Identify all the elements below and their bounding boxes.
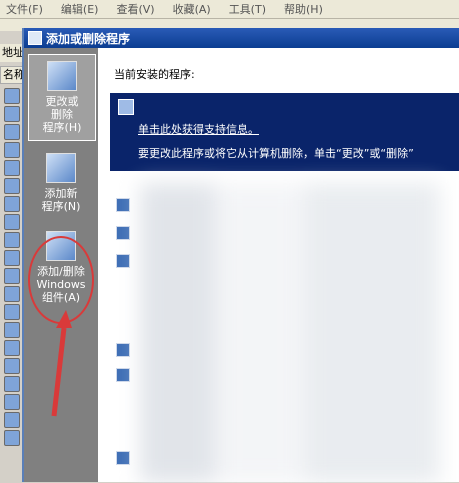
program-list-area: 当前安装的程序: 单击此处获得支持信息。 要更改此程序或将它从计算机删除，单击“… <box>98 48 459 483</box>
arrow-head <box>56 310 72 328</box>
add-remove-programs-window: 添加或删除程序 更改或 删除 程序(H) 添加新 程序(N) 添加/删除 Win… <box>22 28 459 483</box>
program-description: 要更改此程序或将它从计算机删除，单击“更改”或“删除” <box>138 147 414 160</box>
selected-program-row[interactable]: 单击此处获得支持信息。 要更改此程序或将它从计算机删除，单击“更改”或“删除” <box>110 93 459 171</box>
file-icon[interactable] <box>4 286 20 302</box>
arrow-shaft <box>51 327 67 417</box>
file-icon[interactable] <box>4 322 20 338</box>
support-info-link[interactable]: 单击此处获得支持信息。 <box>138 121 259 137</box>
menu-edit[interactable]: 编辑(E) <box>55 1 111 17</box>
file-icon[interactable] <box>4 160 20 176</box>
file-icon[interactable] <box>4 340 20 356</box>
file-icon[interactable] <box>4 412 20 428</box>
file-icon[interactable] <box>4 106 20 122</box>
file-icon[interactable] <box>4 268 20 284</box>
file-icon[interactable] <box>4 232 20 248</box>
file-icon[interactable] <box>4 358 20 374</box>
file-icon[interactable] <box>4 304 20 320</box>
file-icon[interactable] <box>4 394 20 410</box>
file-icon[interactable] <box>4 430 20 446</box>
blurred-program-list <box>140 183 440 483</box>
file-icon[interactable] <box>4 178 20 194</box>
annotation-arrow <box>51 310 72 417</box>
file-icon[interactable] <box>4 124 20 140</box>
file-icon[interactable] <box>4 376 20 392</box>
file-icon[interactable] <box>4 214 20 230</box>
file-icon[interactable] <box>4 250 20 266</box>
menu-favorites[interactable]: 收藏(A) <box>167 1 223 17</box>
menu-view[interactable]: 查看(V) <box>110 1 166 17</box>
menu-tools[interactable]: 工具(T) <box>223 1 278 17</box>
file-icon[interactable] <box>4 88 20 104</box>
explorer-file-icons <box>2 86 22 448</box>
menu-bar: 文件(F) 编辑(E) 查看(V) 收藏(A) 工具(T) 帮助(H) <box>0 0 459 19</box>
file-icon[interactable] <box>4 142 20 158</box>
menu-help[interactable]: 帮助(H) <box>278 1 335 17</box>
file-icon[interactable] <box>4 196 20 212</box>
menu-file[interactable]: 文件(F) <box>0 1 55 17</box>
